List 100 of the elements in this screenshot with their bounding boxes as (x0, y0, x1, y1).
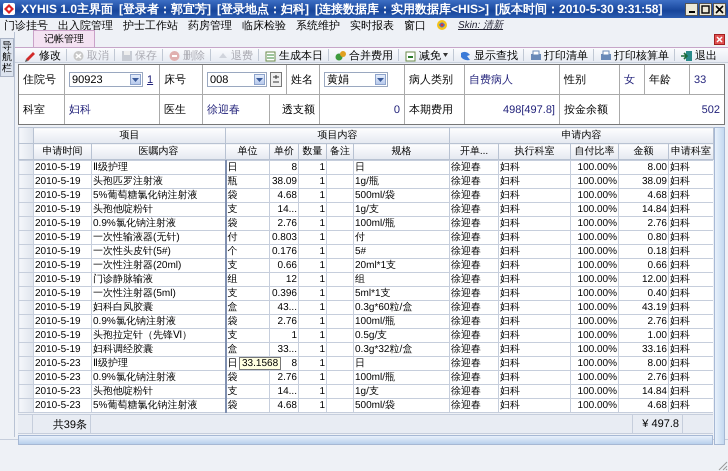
row-selector[interactable] (18, 202, 34, 216)
table-cell: 5%葡萄糖氯化钠注射液 (92, 398, 226, 412)
toolbar-button[interactable]: 打印清单 (524, 48, 593, 62)
table-cell: 100.00% (570, 188, 618, 202)
row-selector[interactable] (18, 328, 34, 342)
field-label: 按金余额 (564, 102, 608, 117)
toolbar-button[interactable]: 退出 (675, 48, 722, 62)
row-selector[interactable] (18, 230, 34, 244)
title-info: [版本时间：2010-5-30 9:31:58] (495, 0, 662, 18)
dropdown-button[interactable] (254, 74, 265, 85)
table-cell: 43... (270, 300, 298, 314)
toolbar-button[interactable]: 打印核算单 (594, 48, 674, 62)
toolbar-button[interactable]: 修改 (19, 48, 66, 62)
title-info: [登录者：郭宜芳] (119, 0, 212, 18)
row-selector[interactable] (18, 272, 34, 286)
table-cell: 2010-5-19 (34, 174, 92, 188)
table-cell: 100.00% (570, 398, 618, 412)
menu-item[interactable]: 门诊挂号 (4, 18, 48, 32)
table-cell: 头孢匹罗注射液 (92, 174, 226, 188)
field-label: 科室 (23, 102, 45, 117)
menu-item[interactable]: 实时报表 (350, 18, 394, 32)
skin-icon[interactable] (436, 19, 448, 31)
row-selector[interactable] (18, 356, 34, 370)
row-selector[interactable] (18, 398, 34, 412)
menu-item[interactable]: 护士工作站 (123, 18, 178, 32)
field-label: 姓名 (291, 73, 313, 87)
table-cell: 徐迎春 (450, 286, 498, 300)
table-cell: 0.3g*32粒/盒 (354, 342, 450, 356)
close-button[interactable] (713, 2, 726, 16)
table-cell: 盒 (226, 342, 270, 356)
row-selector[interactable] (18, 188, 34, 202)
table-cell: 0.3g*60粒/盒 (354, 300, 450, 314)
menu-item[interactable]: 系统维护 (296, 18, 340, 32)
field-label: 床号 (164, 72, 186, 87)
table-cell: 支 (226, 286, 270, 300)
table-cell: 支 (226, 258, 270, 272)
table-cell: 1g/支 (354, 384, 450, 398)
vertical-scrollbar[interactable] (714, 127, 725, 445)
link[interactable]: 1 (147, 74, 154, 86)
column-header: 申请科室 (668, 144, 714, 160)
resize-grip-icon[interactable] (716, 459, 728, 471)
row-selector[interactable] (18, 216, 34, 230)
table-cell: 1 (298, 188, 326, 202)
window-title: XYHIS 1.0主界面 (21, 0, 114, 18)
table-cell: 袋 (226, 370, 270, 384)
menu-item[interactable]: 药房管理 (188, 18, 232, 32)
maximize-button[interactable] (699, 2, 712, 16)
table-cell: 14... (270, 202, 298, 216)
table-cell: 5# (354, 244, 450, 258)
spin-button[interactable] (270, 72, 282, 87)
table-cell: 盒 (226, 300, 270, 314)
row-selector[interactable] (18, 174, 34, 188)
table-cell: 妇科 (498, 188, 570, 202)
dropdown-arrow-icon (377, 78, 384, 82)
row-selector[interactable] (18, 300, 34, 314)
table-cell: 100.00% (570, 272, 618, 286)
column-header: 申请时间 (34, 144, 92, 160)
table-cell: 100.00% (570, 300, 618, 314)
table-cell: 妇科调经胶囊 (92, 342, 226, 356)
row-selector[interactable] (18, 258, 34, 272)
dropdown-button[interactable] (130, 74, 141, 85)
toolbar-button[interactable]: 合并费用 (329, 48, 398, 62)
horizontal-scrollbar[interactable] (18, 435, 713, 445)
close-icon (716, 36, 723, 43)
tab[interactable]: 记帐管理 (33, 30, 95, 47)
table-cell: 日 (354, 160, 450, 174)
table-cell: 徐迎春 (450, 244, 498, 258)
menu-item[interactable]: 窗口 (404, 18, 426, 32)
table-cell: 2.76 (618, 314, 668, 328)
toolbar-button[interactable]: 显示查找 (454, 48, 523, 62)
dropdown-button[interactable] (375, 74, 386, 85)
tooltip: 33.1568 (239, 357, 282, 370)
menu-item[interactable]: 出入院管理 (58, 18, 113, 32)
row-selector[interactable] (18, 244, 34, 258)
table-cell: 2010-5-19 (34, 286, 92, 300)
table-cell: 一次性注射器(20ml) (92, 258, 226, 272)
row-selector[interactable] (18, 384, 34, 398)
table-cell: 2010-5-23 (34, 384, 92, 398)
minimize-icon (688, 10, 694, 12)
skin-link[interactable]: Skin: 清新 (458, 18, 504, 32)
navigation-tab[interactable]: 导航栏 (0, 38, 14, 77)
table-cell: 头孢他啶粉针 (92, 384, 226, 398)
row-selector[interactable] (18, 370, 34, 384)
table-cell: 徐迎春 (450, 384, 498, 398)
row-selector[interactable] (18, 286, 34, 300)
row-selector[interactable] (18, 342, 34, 356)
minimize-button[interactable] (685, 2, 698, 16)
table-cell: 日 (226, 160, 270, 174)
row-selector[interactable] (18, 314, 34, 328)
table-cell: 1 (298, 356, 326, 370)
table-cell: 100ml/瓶 (354, 216, 450, 230)
row-selector[interactable] (18, 160, 34, 174)
toolbar-button[interactable]: 减免 (399, 48, 453, 62)
toolbar-button[interactable]: 生成本日 (259, 48, 328, 62)
table-cell: 4.68 (270, 398, 298, 412)
column-header: 金额 (618, 144, 669, 160)
table-cell: 1 (298, 342, 326, 356)
close-tab-button[interactable] (714, 34, 725, 45)
menu-item[interactable]: 临床检验 (242, 18, 286, 32)
table-cell: 1 (298, 398, 326, 412)
